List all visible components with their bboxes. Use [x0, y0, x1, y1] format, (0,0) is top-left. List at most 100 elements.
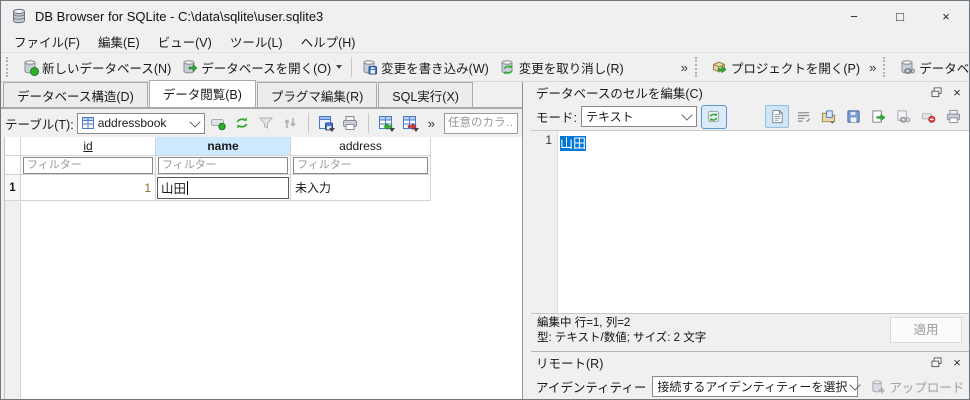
filter-address-input[interactable] — [293, 156, 428, 174]
remote-identity-row: アイデンティティー 接続するアイデンティティーを選択 アップロード — [531, 373, 969, 399]
set-null-button[interactable] — [917, 106, 939, 127]
project-overflow-button[interactable]: » — [865, 60, 880, 75]
upload-button[interactable]: アップロード — [864, 375, 969, 398]
printer-icon — [946, 109, 960, 124]
toolbar-separator — [307, 113, 309, 133]
new-database-button[interactable]: 新しいデータベース(N) — [17, 55, 176, 80]
column-header-name[interactable]: name — [156, 137, 291, 156]
editor-content[interactable]: 山田 — [558, 131, 588, 313]
grid-corner — [5, 137, 21, 156]
main-tabs: データベース構造(D) データ閲覧(B) プラグマ編集(R) SQL実行(X) — [1, 80, 522, 108]
close-panel-button[interactable]: × — [950, 85, 964, 100]
revert-changes-button[interactable]: 変更を取り消し(R) — [494, 55, 629, 80]
app-window: DB Browser for SQLite - C:\data\sqlite\u… — [0, 0, 970, 400]
menu-view[interactable]: ビュー(V) — [149, 30, 221, 53]
print-button[interactable] — [340, 113, 361, 134]
maximize-button[interactable]: □ — [877, 1, 923, 31]
toolbar-separator — [351, 57, 353, 77]
insert-record-button[interactable] — [208, 113, 229, 134]
toolbar-overflow-button[interactable]: » — [677, 60, 692, 75]
upload-icon — [870, 379, 886, 394]
inline-editor-value: 山田 — [161, 182, 187, 196]
column-header-address[interactable]: address — [291, 137, 431, 156]
upload-label: アップロード — [889, 380, 965, 395]
float-panel-button[interactable] — [929, 356, 943, 370]
print-cell-button[interactable] — [942, 106, 964, 127]
auto-apply-button[interactable] — [700, 104, 727, 129]
menu-tools[interactable]: ツール(L) — [221, 30, 292, 53]
identity-selector[interactable]: 接続するアイデンティティーを選択 — [652, 375, 862, 397]
auto-apply-icon — [706, 109, 721, 124]
toolbar-drag-handle[interactable] — [6, 57, 13, 77]
word-wrap-button[interactable] — [792, 106, 814, 127]
table-selector[interactable]: addressbook — [76, 112, 205, 134]
selected-text: 山田 — [560, 136, 587, 151]
filter-any-column-input[interactable] — [444, 112, 518, 134]
toolbar-separator — [367, 113, 369, 133]
identity-selector-value: 接続するアイデンティティーを選択 — [657, 379, 848, 394]
edit-cell-dock-header: データベースのセルを編集(C) × — [531, 82, 969, 103]
tab-browse-data[interactable]: データ閲覧(B) — [148, 80, 256, 107]
toolbar-drag-handle[interactable] — [694, 57, 702, 77]
filter-row-gutter — [5, 156, 21, 175]
filter-id-input[interactable] — [23, 156, 153, 174]
import-file-button[interactable] — [817, 106, 839, 127]
save-icon — [846, 110, 860, 123]
browse-panel: データベース構造(D) データ閲覧(B) プラグマ編集(R) SQL実行(X) … — [1, 80, 523, 399]
sort-button[interactable] — [280, 113, 301, 134]
remote-dock: リモート(R) × アイデンティティー 接続するアイデンティティーを選択 アップ… — [531, 351, 969, 399]
open-database-label: データベースを開く(O) — [201, 61, 332, 76]
close-panel-button[interactable]: × — [950, 355, 964, 370]
save-file-button[interactable] — [842, 106, 864, 127]
connect-database-label: データベースに接続(A) — [919, 61, 970, 76]
menu-edit[interactable]: 編集(E) — [89, 30, 149, 53]
inline-cell-editor[interactable]: 山田 — [157, 176, 289, 199]
export-icon — [871, 110, 885, 123]
save-results-button[interactable] — [316, 113, 337, 134]
edit-cell-dock: データベースのセルを編集(C) × モード: テキスト 1 山田 編集中 行=1… — [531, 82, 969, 399]
cell-editor-toolbar: モード: テキスト — [531, 103, 969, 130]
sort-icon — [282, 115, 298, 131]
write-changes-button[interactable]: 変更を書き込み(W) — [356, 55, 494, 80]
column-header-id[interactable]: id — [21, 137, 156, 156]
row-header-strip — [5, 201, 21, 399]
tab-execute-sql[interactable]: SQL実行(X) — [378, 82, 473, 107]
cell-name-editing[interactable]: 山田 — [156, 175, 291, 201]
cell-editor-status: 編集中 行=1, 列=2 型: テキスト/数値; サイズ: 2 文字 適用 — [531, 313, 969, 350]
import-table-button[interactable] — [376, 113, 397, 134]
mode-selector[interactable]: テキスト — [580, 106, 697, 127]
mode-selector-value: テキスト — [585, 110, 634, 124]
tab-edit-pragmas[interactable]: プラグマ編集(R) — [256, 82, 378, 107]
new-database-label: 新しいデータベース(N) — [42, 61, 172, 76]
text-mode-button[interactable] — [765, 105, 789, 128]
cell-address[interactable]: 未入力 — [291, 175, 431, 201]
connect-database-button[interactable]: データベースに接続(A) — [894, 55, 970, 80]
open-project-button[interactable]: プロジェクトを開く(P) — [706, 55, 865, 80]
window-controls: − □ × — [831, 1, 969, 31]
open-database-button[interactable]: データベースを開く(O) — [176, 55, 347, 80]
export-data-button[interactable] — [867, 106, 889, 127]
float-panel-button[interactable] — [929, 86, 943, 100]
write-changes-label: 変更を書き込み(W) — [381, 61, 489, 76]
filter-cell — [291, 156, 431, 175]
cell-id[interactable]: 1 — [21, 175, 156, 201]
filter-button[interactable] — [256, 113, 277, 134]
refresh-icon — [234, 115, 250, 131]
import-table-icon — [378, 115, 396, 132]
filter-name-input[interactable] — [158, 156, 288, 174]
panel-splitter[interactable] — [523, 82, 531, 399]
toolbar-drag-handle[interactable] — [883, 57, 890, 77]
main-toolbar: 新しいデータベース(N) データベースを開く(O) 変更を書き込み(W) 変更を… — [1, 52, 969, 82]
apply-button[interactable]: 適用 — [890, 317, 962, 344]
menu-file[interactable]: ファイル(F) — [5, 30, 89, 53]
refresh-button[interactable] — [232, 113, 253, 134]
menu-help[interactable]: ヘルプ(H) — [292, 30, 365, 53]
cell-text-editor[interactable]: 1 山田 — [531, 130, 969, 314]
browse-overflow-button[interactable]: » — [424, 116, 439, 131]
export-table-button[interactable] — [400, 113, 421, 134]
tab-database-structure[interactable]: データベース構造(D) — [3, 82, 148, 107]
close-button[interactable]: × — [923, 1, 969, 31]
minimize-button[interactable]: − — [831, 1, 877, 31]
link-data-button[interactable] — [892, 106, 914, 127]
open-folder-icon — [821, 110, 835, 124]
